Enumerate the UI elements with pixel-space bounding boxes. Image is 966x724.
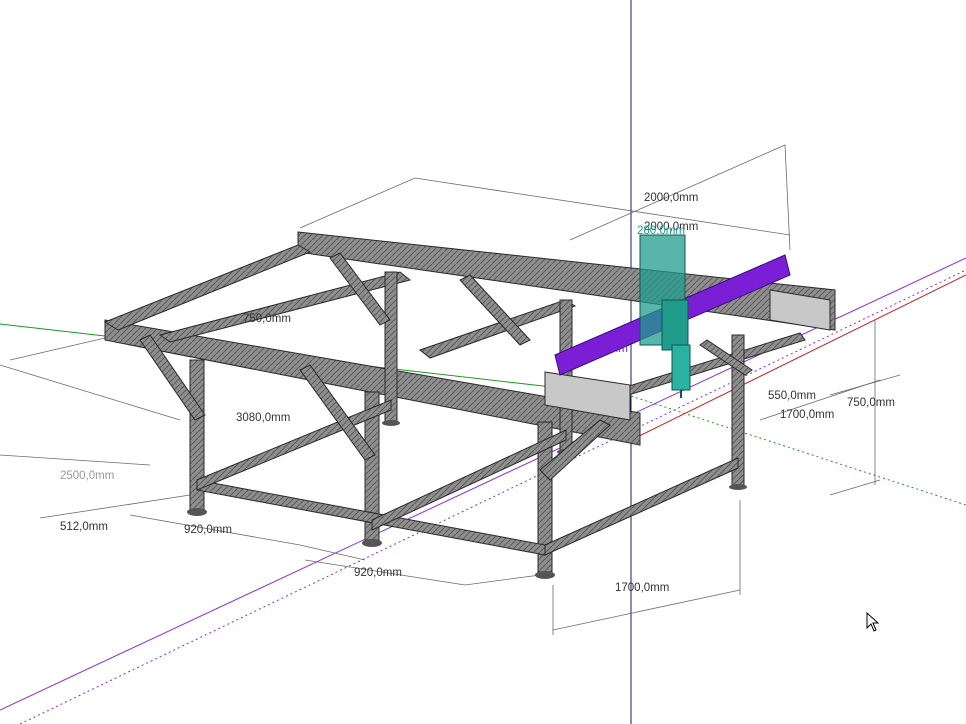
dim-512-foot: 512,0mm — [60, 521, 108, 533]
dim-280-gantry: 280,0mm — [637, 225, 685, 237]
dim-3080-length: 3080,0mm — [236, 412, 290, 424]
axes — [0, 0, 966, 724]
dim-2500: 2500,0mm — [60, 470, 114, 482]
dim-920-b: 920,0mm — [354, 567, 402, 579]
dim-750-upright: 750,0mm — [243, 313, 291, 325]
arrow-cursor-icon — [866, 612, 880, 632]
dim-280-inner: 280,0mm — [580, 343, 628, 355]
dim-750-right: 750,0mm — [847, 397, 895, 409]
modeling-viewport[interactable]: 2000,0mm 2000,0mm 280,0mm 750,0mm 280,0m… — [0, 0, 966, 724]
dim-1700-front: 1700,0mm — [615, 582, 669, 594]
dim-2000-top: 2000,0mm — [644, 192, 698, 204]
cad-scene[interactable]: 2000,0mm 2000,0mm 280,0mm 750,0mm 280,0m… — [0, 0, 966, 724]
spindle-motor — [671, 344, 691, 391]
dim-1700-right: 1700,0mm — [780, 409, 834, 421]
dim-920-a: 920,0mm — [184, 524, 232, 536]
spindle-body — [661, 299, 689, 351]
dim-550-right: 550,0mm — [768, 390, 816, 402]
